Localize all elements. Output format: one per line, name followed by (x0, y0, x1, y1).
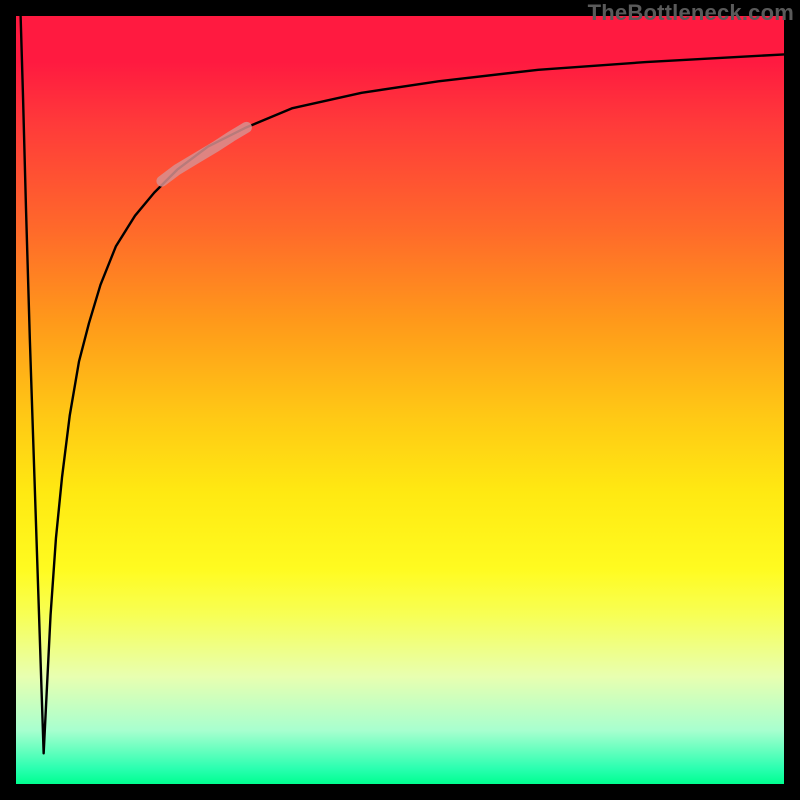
watermark-text: TheBottleneck.com (588, 0, 794, 26)
curve-highlight-segment (162, 127, 246, 181)
chart-frame: TheBottleneck.com (0, 0, 800, 800)
bottleneck-curve (21, 16, 784, 753)
curve-layer (16, 16, 784, 784)
plot-area (16, 16, 784, 784)
